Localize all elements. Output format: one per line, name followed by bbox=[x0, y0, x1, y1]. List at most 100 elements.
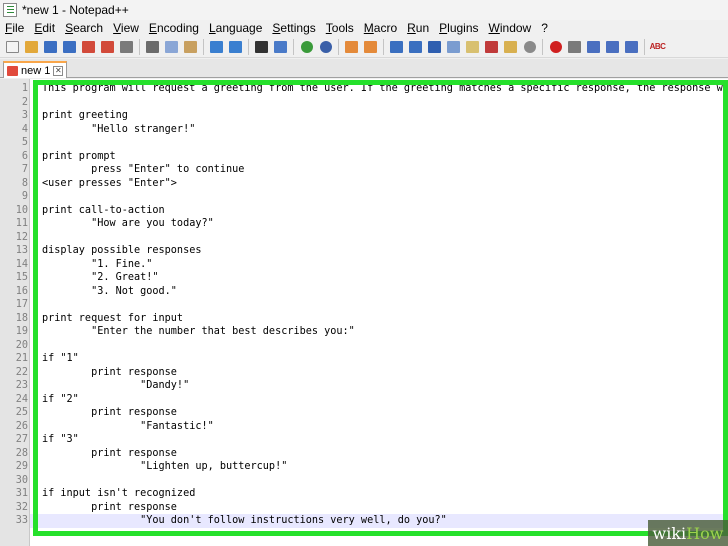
unsaved-document-icon bbox=[7, 65, 18, 76]
code-text-area[interactable]: This program will request a greeting fro… bbox=[30, 79, 728, 546]
code-line[interactable]: "2. Great!" bbox=[42, 271, 158, 285]
code-line[interactable]: print greeting bbox=[42, 109, 128, 123]
open-file-icon bbox=[25, 40, 38, 53]
code-line[interactable]: print response bbox=[42, 406, 177, 420]
stop-recording-button[interactable] bbox=[566, 38, 583, 55]
menu-view[interactable]: View bbox=[113, 21, 139, 35]
code-line[interactable]: "3. Not good." bbox=[42, 285, 177, 299]
notepad-plus-plus-app-icon[interactable] bbox=[3, 3, 17, 17]
code-line[interactable]: if "2" bbox=[42, 393, 79, 407]
code-line[interactable]: "You don't follow instructions very well… bbox=[42, 514, 447, 528]
toolbar-separator bbox=[203, 38, 204, 55]
menu-tools[interactable]: Tools bbox=[326, 21, 354, 35]
code-line[interactable]: This program will request a greeting fro… bbox=[42, 82, 728, 96]
new-file-button[interactable] bbox=[4, 38, 21, 55]
menu-file[interactable]: File bbox=[5, 21, 24, 35]
redo-button[interactable] bbox=[227, 38, 244, 55]
paste-button[interactable] bbox=[182, 38, 199, 55]
run-macro-multiple-icon bbox=[606, 40, 619, 53]
copy-button[interactable] bbox=[163, 38, 180, 55]
find-icon bbox=[255, 40, 268, 53]
menu-encoding[interactable]: Encoding bbox=[149, 21, 199, 35]
menu-run[interactable]: Run bbox=[407, 21, 429, 35]
code-line[interactable]: "Lighten up, buttercup!" bbox=[42, 460, 287, 474]
code-line[interactable]: "Dandy!" bbox=[42, 379, 189, 393]
show-all-characters-icon bbox=[409, 40, 422, 53]
code-line[interactable]: if "1" bbox=[42, 352, 79, 366]
code-line[interactable]: print request for input bbox=[42, 312, 183, 326]
menu-search[interactable]: Search bbox=[65, 21, 103, 35]
folder-as-workspace-button[interactable] bbox=[502, 38, 519, 55]
document-map-icon bbox=[466, 40, 479, 53]
menu-macro[interactable]: Macro bbox=[364, 21, 397, 35]
undo-button[interactable] bbox=[208, 38, 225, 55]
close-all-button[interactable] bbox=[99, 38, 116, 55]
code-line[interactable]: if "3" bbox=[42, 433, 79, 447]
word-wrap-button[interactable] bbox=[388, 38, 405, 55]
code-line[interactable]: print prompt bbox=[42, 150, 116, 164]
playback-macro-button[interactable] bbox=[585, 38, 602, 55]
find-button[interactable] bbox=[253, 38, 270, 55]
toolbar: ABC bbox=[0, 36, 728, 58]
code-line[interactable]: "1. Fine." bbox=[42, 258, 152, 272]
code-line[interactable]: print call-to-action bbox=[42, 204, 165, 218]
zoom-out-button[interactable] bbox=[317, 38, 334, 55]
close-tab-icon[interactable]: ✕ bbox=[53, 65, 64, 76]
code-line[interactable]: "How are you today?" bbox=[42, 217, 214, 231]
code-line[interactable]: print response bbox=[42, 366, 177, 380]
menu-help[interactable]: ? bbox=[541, 21, 548, 35]
print-button[interactable] bbox=[118, 38, 135, 55]
code-line[interactable]: press "Enter" to continue bbox=[42, 163, 244, 177]
spell-check-button[interactable]: ABC bbox=[649, 38, 666, 55]
watermark-how: How bbox=[686, 523, 724, 543]
code-line[interactable]: if input isn't recognized bbox=[42, 487, 195, 501]
save-all-button[interactable] bbox=[61, 38, 78, 55]
code-line[interactable]: display possible responses bbox=[42, 244, 201, 258]
menu-window[interactable]: Window bbox=[489, 21, 532, 35]
sync-horizontal-icon bbox=[364, 40, 377, 53]
line-number: 33 bbox=[15, 515, 28, 526]
line-number: 31 bbox=[15, 488, 28, 499]
stop-recording-icon bbox=[568, 40, 581, 53]
function-list-button[interactable] bbox=[483, 38, 500, 55]
line-number: 12 bbox=[15, 231, 28, 243]
menu-edit[interactable]: Edit bbox=[34, 21, 55, 35]
run-macro-multiple-button[interactable] bbox=[604, 38, 621, 55]
code-line[interactable]: "Enter the number that best describes yo… bbox=[42, 325, 355, 339]
menu-settings[interactable]: Settings bbox=[272, 21, 315, 35]
line-number: 30 bbox=[15, 474, 28, 486]
document-map-button[interactable] bbox=[464, 38, 481, 55]
toolbar-separator bbox=[338, 38, 339, 55]
sync-horizontal-button[interactable] bbox=[362, 38, 379, 55]
code-line[interactable]: "Hello stranger!" bbox=[42, 123, 195, 137]
line-number: 32 bbox=[15, 501, 28, 513]
record-macro-button[interactable] bbox=[547, 38, 564, 55]
replace-button[interactable] bbox=[272, 38, 289, 55]
toolbar-separator bbox=[644, 38, 645, 55]
code-line[interactable]: print response bbox=[42, 447, 177, 461]
line-number: 13 bbox=[15, 245, 28, 256]
language-icon bbox=[447, 40, 460, 53]
tab-new-1[interactable]: new 1 ✕ bbox=[3, 61, 68, 78]
code-line[interactable]: "Fantastic!" bbox=[42, 420, 214, 434]
language-button[interactable] bbox=[445, 38, 462, 55]
menu-plugins[interactable]: Plugins bbox=[439, 21, 478, 35]
save-macro-button[interactable] bbox=[623, 38, 640, 55]
save-button[interactable] bbox=[42, 38, 59, 55]
code-line[interactable]: print response bbox=[42, 501, 177, 515]
monitoring-button[interactable] bbox=[521, 38, 538, 55]
toolbar-separator bbox=[139, 38, 140, 55]
indent-guide-button[interactable] bbox=[426, 38, 443, 55]
menu-language[interactable]: Language bbox=[209, 21, 262, 35]
code-line[interactable]: <user presses "Enter"> bbox=[42, 177, 177, 191]
show-all-characters-button[interactable] bbox=[407, 38, 424, 55]
open-file-button[interactable] bbox=[23, 38, 40, 55]
toolbar-separator bbox=[248, 38, 249, 55]
close-button[interactable] bbox=[80, 38, 97, 55]
copy-icon bbox=[165, 40, 178, 53]
zoom-in-button[interactable] bbox=[298, 38, 315, 55]
playback-macro-icon bbox=[587, 40, 600, 53]
sync-vertical-button[interactable] bbox=[343, 38, 360, 55]
line-number: 2 bbox=[21, 96, 28, 108]
cut-button[interactable] bbox=[144, 38, 161, 55]
